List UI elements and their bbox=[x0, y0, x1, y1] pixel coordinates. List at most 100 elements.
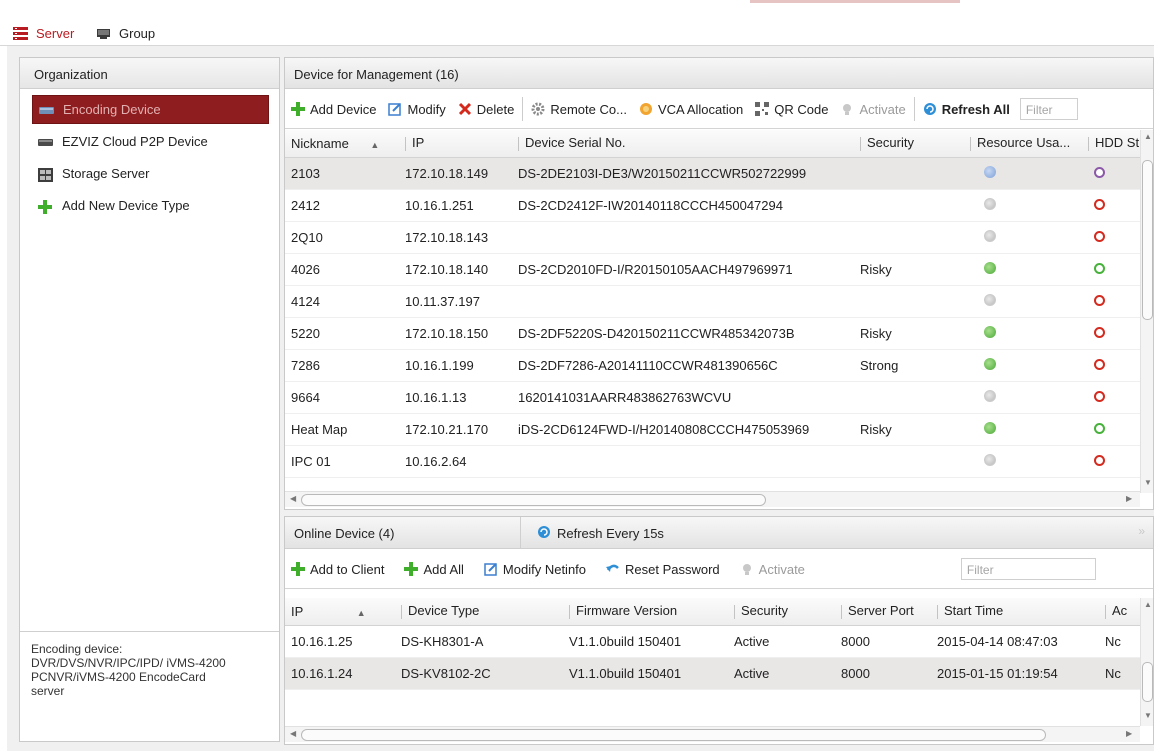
online-device-header: Online Device (4) Refresh Every 15s » bbox=[285, 517, 1153, 549]
tab-group[interactable]: Group bbox=[96, 22, 155, 44]
table-row[interactable]: IPC 01 10.16.2.64 bbox=[285, 445, 1140, 478]
org-item-add-device-type[interactable]: Add New Device Type bbox=[32, 191, 269, 220]
description-line: server bbox=[31, 684, 65, 698]
column-header-resource[interactable]: Resource Usa... bbox=[964, 130, 1082, 158]
server-port-cell: 8000 bbox=[835, 657, 931, 690]
resource-status-icon bbox=[984, 389, 996, 402]
hdd-status-icon bbox=[1094, 262, 1105, 274]
reset-password-button[interactable]: Reset Password bbox=[600, 557, 726, 581]
column-header-server-port[interactable]: Server Port bbox=[835, 598, 931, 626]
online-filter-input[interactable]: Filter bbox=[960, 558, 1096, 580]
activate-button[interactable]: Activate bbox=[834, 97, 911, 121]
device-filter-input[interactable]: Filter bbox=[1019, 98, 1078, 120]
refresh-all-label: Refresh All bbox=[941, 101, 1010, 117]
table-row[interactable]: 2412 10.16.1.251 DS-2CD2412F-IW20140118CCC… bbox=[285, 189, 1140, 222]
resource-usage-cell bbox=[964, 413, 1082, 446]
hdd-status-cell bbox=[1082, 317, 1140, 350]
table-row[interactable]: 10.16.1.25 DS-KH8301-A V1.1.0build 150401 A… bbox=[285, 625, 1140, 658]
resource-usage-cell bbox=[964, 317, 1082, 350]
online-activate-label: Activate bbox=[758, 561, 805, 577]
org-item-encoding-device[interactable]: Encoding Device bbox=[32, 95, 269, 124]
serial-cell: DS-2DE2103I-DE3/W20150211CCWR502722999 bbox=[512, 157, 854, 190]
nickname-cell: 9664 bbox=[285, 381, 399, 414]
add-all-button[interactable]: Add All bbox=[398, 557, 469, 581]
server-port-cell: 8000 bbox=[835, 625, 931, 658]
column-header-device-type[interactable]: Device Type bbox=[395, 598, 563, 626]
table-row[interactable]: 2103 172.10.18.149 DS-2DE2103I-DE3/W201502… bbox=[285, 157, 1140, 190]
firmware-cell: V1.1.0build 150401 bbox=[563, 657, 728, 690]
column-header-firmware[interactable]: Firmware Version bbox=[563, 598, 728, 626]
device-table-vscrollbar[interactable]: ▲ ▼ bbox=[1140, 130, 1153, 493]
refresh-interval-label: Refresh Every 15s bbox=[557, 526, 664, 541]
add-device-button[interactable]: Add Device bbox=[285, 97, 382, 121]
ip-cell: 172.10.18.143 bbox=[399, 221, 512, 254]
table-row[interactable]: 5220 172.10.18.150 DS-2DF5220S-D420150211C… bbox=[285, 317, 1140, 350]
resource-status-icon bbox=[984, 229, 996, 242]
table-row[interactable]: Heat Map 172.10.21.170 iDS-2CD6124FWD-I/H2… bbox=[285, 413, 1140, 446]
vca-allocation-button[interactable]: VCA Allocation bbox=[633, 97, 749, 121]
resource-status-icon bbox=[984, 421, 996, 434]
table-row[interactable]: 9664 10.16.1.13 1620141031AARR483862763WCV… bbox=[285, 381, 1140, 414]
tab-server[interactable]: Server bbox=[13, 22, 74, 44]
collapse-icon[interactable]: » bbox=[1138, 524, 1145, 538]
refresh-all-button[interactable]: Refresh All bbox=[917, 97, 1016, 121]
column-label: Security bbox=[741, 603, 788, 619]
table-row[interactable]: 2Q10 172.10.18.143 bbox=[285, 221, 1140, 254]
scroll-thumb[interactable] bbox=[1142, 160, 1153, 320]
online-table-hscrollbar[interactable]: ◀ ▶ bbox=[285, 726, 1140, 742]
modify-netinfo-button[interactable]: Modify Netinfo bbox=[478, 557, 592, 581]
table-row[interactable]: 4124 10.11.37.197 bbox=[285, 285, 1140, 318]
column-header-start-time[interactable]: Start Time bbox=[931, 598, 1099, 626]
server-icon bbox=[13, 26, 28, 40]
security-cell bbox=[854, 445, 964, 478]
remote-config-button[interactable]: Remote Co... bbox=[525, 97, 633, 121]
column-header-security[interactable]: Security bbox=[854, 130, 964, 158]
column-header-hdd[interactable]: HDD St bbox=[1082, 130, 1140, 158]
serial-cell: DS-2CD2010FD-I/R20150105AACH497969971 bbox=[512, 253, 854, 286]
org-item-label: Encoding Device bbox=[63, 102, 161, 117]
organization-title: Organization bbox=[20, 58, 279, 89]
resource-usage-cell bbox=[964, 349, 1082, 382]
column-label: Ac bbox=[1112, 603, 1128, 619]
security-cell bbox=[854, 221, 964, 254]
table-row[interactable]: 7286 10.16.1.199 DS-2DF7286-A20141110CCWR4… bbox=[285, 349, 1140, 382]
column-header-security[interactable]: Security bbox=[728, 598, 835, 626]
column-header-serial[interactable]: Device Serial No. bbox=[512, 130, 854, 158]
org-item-ezviz-cloud[interactable]: EZVIZ Cloud P2P Device bbox=[32, 127, 269, 156]
online-device-panel: Online Device (4) Refresh Every 15s » Ad… bbox=[284, 516, 1154, 745]
activate-icon bbox=[740, 562, 754, 576]
hdd-status-icon bbox=[1094, 230, 1105, 242]
column-header-added[interactable]: Ac bbox=[1099, 598, 1140, 626]
resource-status-icon bbox=[984, 261, 996, 274]
scroll-thumb[interactable] bbox=[1142, 662, 1153, 702]
serial-cell: iDS-2CD6124FWD-I/H20140808CCCH475053969 bbox=[512, 413, 854, 446]
firmware-cell: V1.1.0build 150401 bbox=[563, 625, 728, 658]
description-line: Encoding device: bbox=[31, 642, 123, 656]
table-row[interactable]: 10.16.1.24 DS-KV8102-2C V1.1.0build 150401… bbox=[285, 657, 1140, 690]
org-item-storage-server[interactable]: Storage Server bbox=[32, 159, 269, 188]
online-activate-button[interactable]: Activate bbox=[734, 557, 811, 581]
ip-cell: 10.16.1.251 bbox=[399, 189, 512, 222]
modify-label: Modify bbox=[407, 101, 446, 117]
nickname-cell: 2103 bbox=[285, 157, 399, 190]
column-header-nickname[interactable]: Nickname ▲ bbox=[285, 130, 399, 158]
column-header-ip[interactable]: IP bbox=[399, 130, 512, 158]
scroll-thumb[interactable] bbox=[301, 494, 766, 506]
device-table-hscrollbar[interactable]: ◀ ▶ bbox=[285, 491, 1140, 507]
scroll-thumb[interactable] bbox=[301, 729, 1046, 741]
column-header-ip[interactable]: IP ▲ bbox=[285, 598, 395, 626]
resource-usage-cell bbox=[964, 253, 1082, 286]
device-management-panel: Device for Management (16) Add Device Mo… bbox=[284, 57, 1154, 510]
serial-cell: 1620141031AARR483862763WCVU bbox=[512, 381, 854, 414]
online-table-vscrollbar[interactable]: ▲ ▼ bbox=[1140, 598, 1153, 726]
refresh-interval-button[interactable]: Refresh Every 15s bbox=[537, 525, 664, 542]
add-to-client-button[interactable]: Add to Client bbox=[285, 557, 390, 581]
qr-code-button[interactable]: QR Code bbox=[749, 97, 834, 121]
column-label: Nickname bbox=[291, 135, 349, 151]
modify-button[interactable]: Modify bbox=[382, 97, 451, 121]
table-row[interactable]: 4026 172.10.18.140 DS-2CD2010FD-I/R2015010… bbox=[285, 253, 1140, 286]
delete-button[interactable]: Delete bbox=[452, 97, 521, 121]
org-item-label: EZVIZ Cloud P2P Device bbox=[62, 134, 208, 149]
resource-usage-cell bbox=[964, 221, 1082, 254]
tab-group-label: Group bbox=[119, 25, 156, 41]
